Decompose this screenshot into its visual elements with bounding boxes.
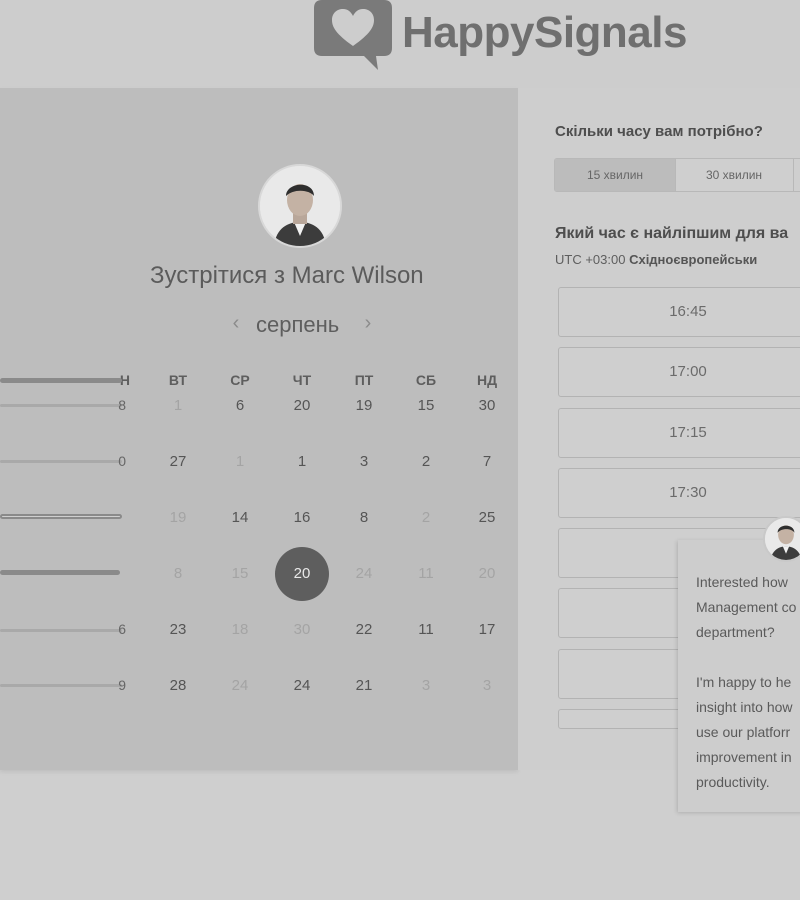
calendar-day: 24: [355, 565, 373, 582]
weekday-header: ПТ: [354, 372, 374, 388]
calendar-day: 24: [231, 677, 249, 694]
chat-line: I'm happy to he: [696, 674, 792, 690]
duration-option-30[interactable]: 30 хвилин: [675, 159, 794, 191]
weekday-header: ЧТ: [292, 372, 312, 388]
timezone-name: Східноєвропейськи: [629, 252, 758, 267]
calendar-day: 8: [173, 565, 183, 582]
calendar-day[interactable]: 23: [158, 621, 198, 638]
month-label: серпень: [256, 312, 340, 337]
time-slot[interactable]: 17:00: [558, 347, 800, 397]
chat-line: improvement in: [696, 749, 792, 765]
calendar-day[interactable]: 2: [406, 453, 446, 470]
calendar-day: 3: [421, 677, 431, 694]
header: HappySignals: [0, 0, 800, 88]
calendar-day: 15: [231, 565, 249, 582]
calendar-day[interactable]: 21: [344, 677, 384, 694]
weekday-header: ВТ: [168, 372, 188, 388]
meeting-title: Зустрітися з Marc Wilson: [150, 262, 424, 289]
calendar-day: 30: [293, 621, 311, 638]
host-avatar: [258, 164, 342, 248]
calendar-day: 1: [173, 397, 183, 414]
calendar-day: 20: [478, 565, 496, 582]
chat-popup[interactable]: Interested how Management co department? I'…: [678, 540, 800, 812]
brand-name: HappySignals: [402, 8, 687, 57]
time-question: Який час є найліпшим для ва: [555, 225, 789, 242]
previous-month-icon[interactable]: ‹: [226, 312, 246, 335]
calendar-day[interactable]: 3: [344, 453, 384, 470]
time-slot[interactable]: 16:45: [558, 287, 800, 337]
calendar-day[interactable]: 25: [467, 509, 507, 526]
clipped-column-bar: [0, 514, 122, 519]
month-navigation: ‹ серпень ›: [222, 310, 382, 340]
calendar-day[interactable]: 19: [344, 397, 384, 414]
calendar-day[interactable]: 30: [467, 397, 507, 414]
calendar-day: 19: [169, 509, 187, 526]
time-slot[interactable]: 17:30: [558, 468, 800, 518]
calendar-day: 1: [235, 453, 245, 470]
calendar-day[interactable]: 6: [220, 397, 260, 414]
calendar-day[interactable]: 7: [467, 453, 507, 470]
person-portrait-icon: [260, 166, 340, 246]
timezone-label[interactable]: UTC +03:00 Східноєвропейськи: [555, 252, 757, 267]
weekday-header: НД: [476, 372, 498, 388]
chat-message: Interested how Management co department? I'…: [696, 570, 800, 795]
calendar-day[interactable]: 27: [158, 453, 198, 470]
calendar-day[interactable]: 28: [158, 677, 198, 694]
person-portrait-icon: [765, 518, 800, 560]
calendar-day[interactable]: 17: [467, 621, 507, 638]
weekday-header: СР: [230, 372, 250, 388]
chat-line: department?: [696, 624, 775, 640]
chat-line: insight into how: [696, 699, 793, 715]
calendar-day-selected[interactable]: 20: [275, 547, 329, 601]
calendar-day: 2: [421, 509, 431, 526]
timezone-offset: UTC +03:00: [555, 252, 626, 267]
calendar-day[interactable]: 8: [344, 509, 384, 526]
calendar-day[interactable]: 24: [282, 677, 322, 694]
chat-line: use our platforr: [696, 724, 791, 740]
clipped-column-bar: [0, 684, 122, 687]
calendar-day[interactable]: 16: [282, 509, 322, 526]
clipped-column-bar: [0, 629, 122, 632]
next-month-icon[interactable]: ›: [358, 312, 378, 335]
calendar-day-clipped: 9: [118, 677, 126, 693]
calendar-day-clipped: 8: [118, 397, 126, 413]
duration-option-15[interactable]: 15 хвилин: [555, 159, 676, 191]
calendar-day[interactable]: 14: [220, 509, 260, 526]
heart-speech-bubble-icon: [314, 0, 392, 70]
clipped-column-bar: [0, 570, 120, 575]
calendar-day[interactable]: 22: [344, 621, 384, 638]
calendar-day[interactable]: 1: [282, 453, 322, 470]
chat-line: [696, 645, 800, 670]
duration-question: Скільки часу вам потрібно?: [555, 123, 763, 140]
clipped-column-bar: [0, 404, 122, 407]
duration-selector: 15 хвилин 30 хвилин: [554, 158, 800, 192]
calendar-grid: Н ВТ СР ЧТ ПТ СБ НД 8 1 6 20 19 15 30 0 27 1 1 3 2 7 19 14 16 8 2…: [0, 372, 518, 712]
calendar-day[interactable]: 15: [406, 397, 446, 414]
weekday-header: СБ: [415, 372, 437, 388]
clipped-column-bar: [0, 460, 122, 463]
chat-line: Interested how: [696, 574, 788, 590]
calendar-day[interactable]: 20: [282, 397, 322, 414]
time-slot[interactable]: 17:15: [558, 408, 800, 458]
chat-line: productivity.: [696, 774, 770, 790]
calendar-day: 18: [231, 621, 249, 638]
calendar-day: 3: [482, 677, 492, 694]
chat-line: Management co: [696, 599, 797, 615]
calendar-day[interactable]: 11: [406, 621, 446, 638]
brand-logo[interactable]: HappySignals: [312, 0, 732, 80]
clipped-column-bar: [0, 378, 122, 383]
calendar-day-clipped: 6: [118, 621, 126, 637]
calendar-day-clipped: 0: [118, 453, 126, 469]
calendar-day: 11: [418, 565, 434, 582]
